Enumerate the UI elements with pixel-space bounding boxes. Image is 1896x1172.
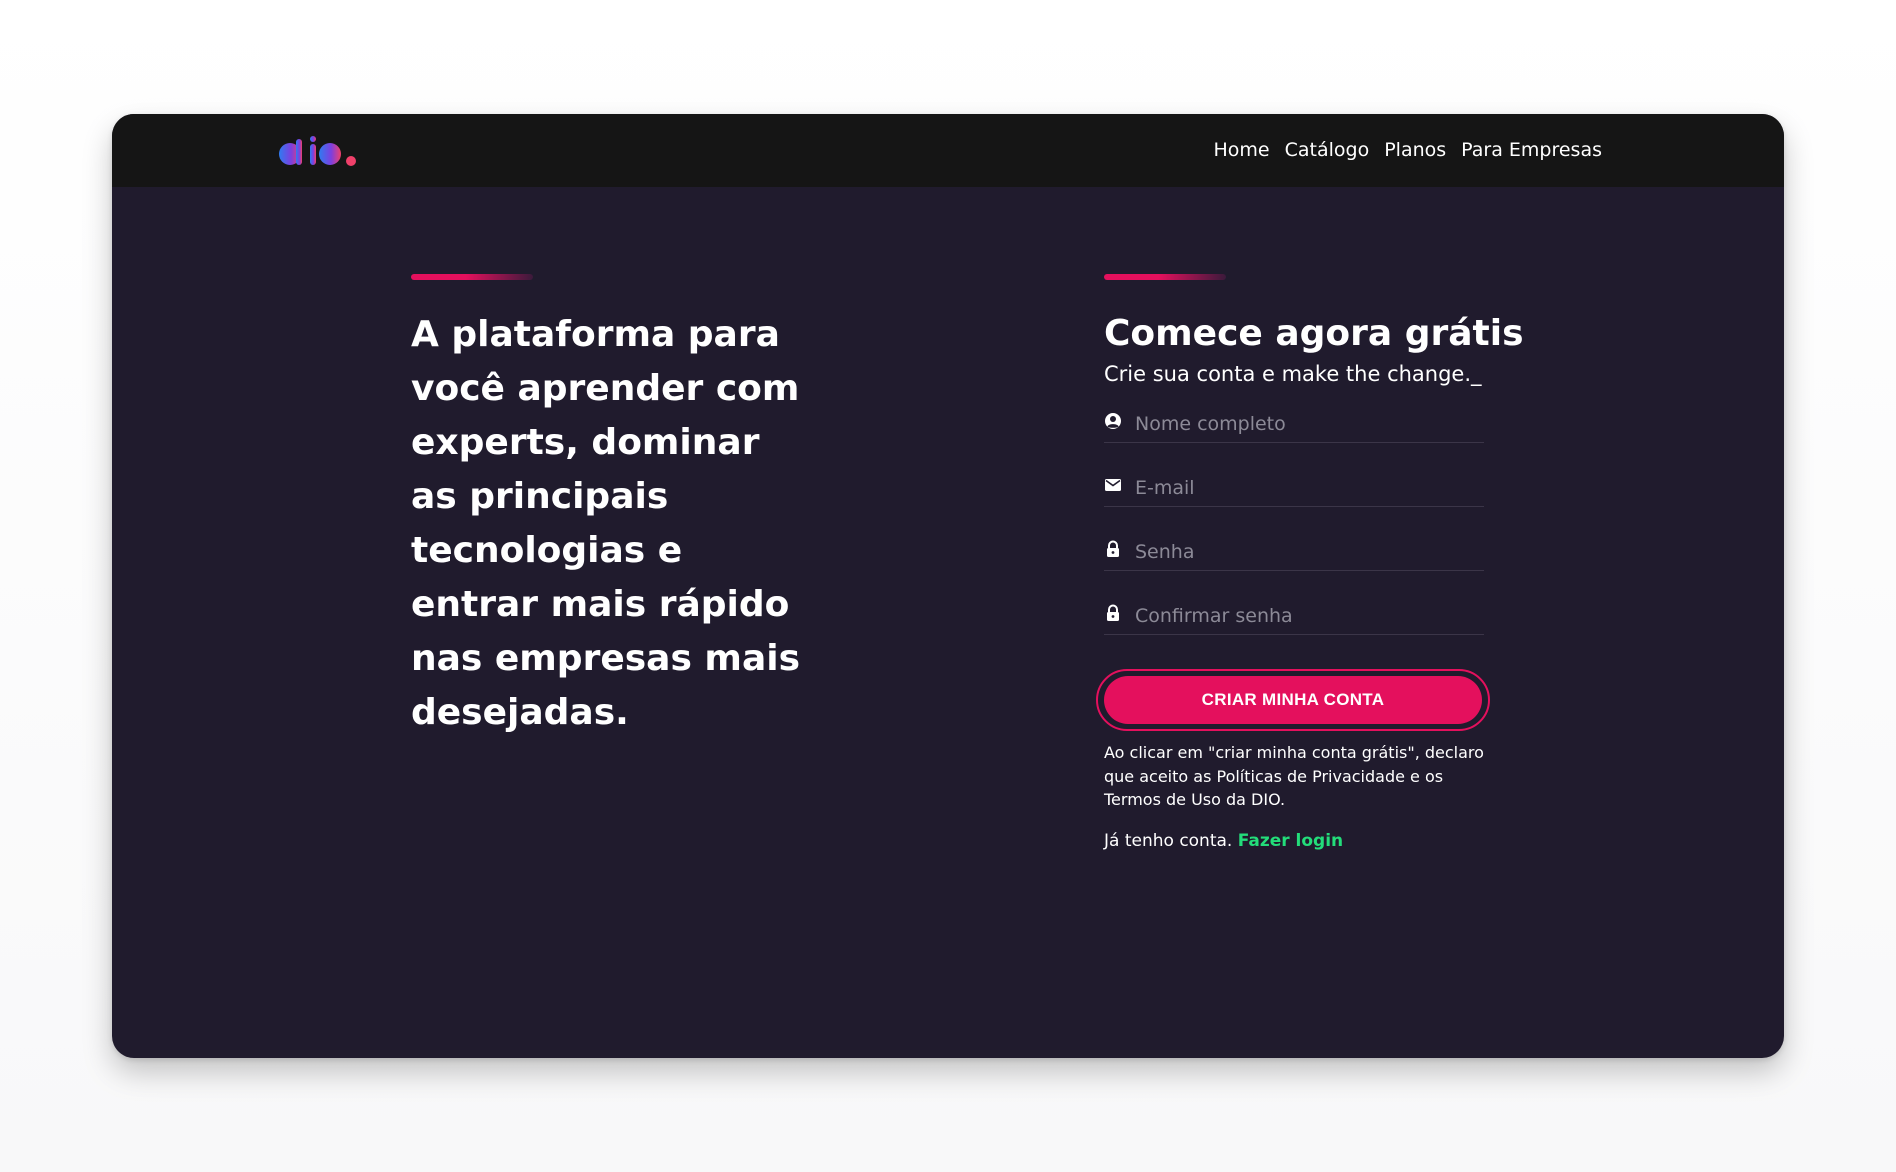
hero-headline: A plataforma para você aprender com expe…	[411, 314, 801, 733]
nav-link-home[interactable]: Home	[1214, 138, 1270, 162]
name-input[interactable]	[1135, 410, 1475, 438]
login-prompt-line: Já tenho conta. Fazer login	[1104, 829, 1343, 853]
confirm-password-input[interactable]	[1135, 602, 1475, 630]
login-link[interactable]: Fazer login	[1238, 831, 1343, 851]
navbar: Home Catálogo Planos Para Empresas	[112, 114, 1784, 187]
confirm-password-field	[1104, 600, 1484, 635]
nav-link-planos[interactable]: Planos	[1384, 138, 1446, 162]
password-input[interactable]	[1135, 538, 1475, 566]
create-account-button-outline: CRIAR MINHA CONTA	[1096, 669, 1490, 731]
lock-icon	[1107, 604, 1119, 621]
terms-disclaimer: Ao clicar em "criar minha conta grátis",…	[1104, 743, 1484, 809]
user-icon	[1105, 413, 1121, 429]
app-window: Home Catálogo Planos Para Empresas A pla…	[112, 114, 1784, 1058]
signup-title: Comece agora grátis	[1104, 313, 1524, 354]
main-nav: Home Catálogo Planos Para Empresas	[1214, 138, 1603, 162]
mail-icon	[1105, 479, 1121, 491]
email-input[interactable]	[1135, 474, 1475, 502]
name-field	[1104, 408, 1484, 443]
nav-link-para-empresas[interactable]: Para Empresas	[1461, 138, 1602, 162]
lock-icon	[1107, 540, 1119, 557]
signup-subtitle: Crie sua conta e make the change._	[1104, 362, 1482, 386]
nav-link-catalogo[interactable]: Catálogo	[1285, 138, 1370, 162]
dio-logo[interactable]	[278, 136, 360, 168]
email-field	[1104, 472, 1484, 507]
password-field	[1104, 536, 1484, 571]
create-account-button[interactable]: CRIAR MINHA CONTA	[1104, 676, 1482, 724]
form-accent-bar	[1104, 274, 1226, 280]
hero-accent-bar	[411, 274, 533, 280]
login-prompt: Já tenho conta.	[1104, 831, 1233, 851]
